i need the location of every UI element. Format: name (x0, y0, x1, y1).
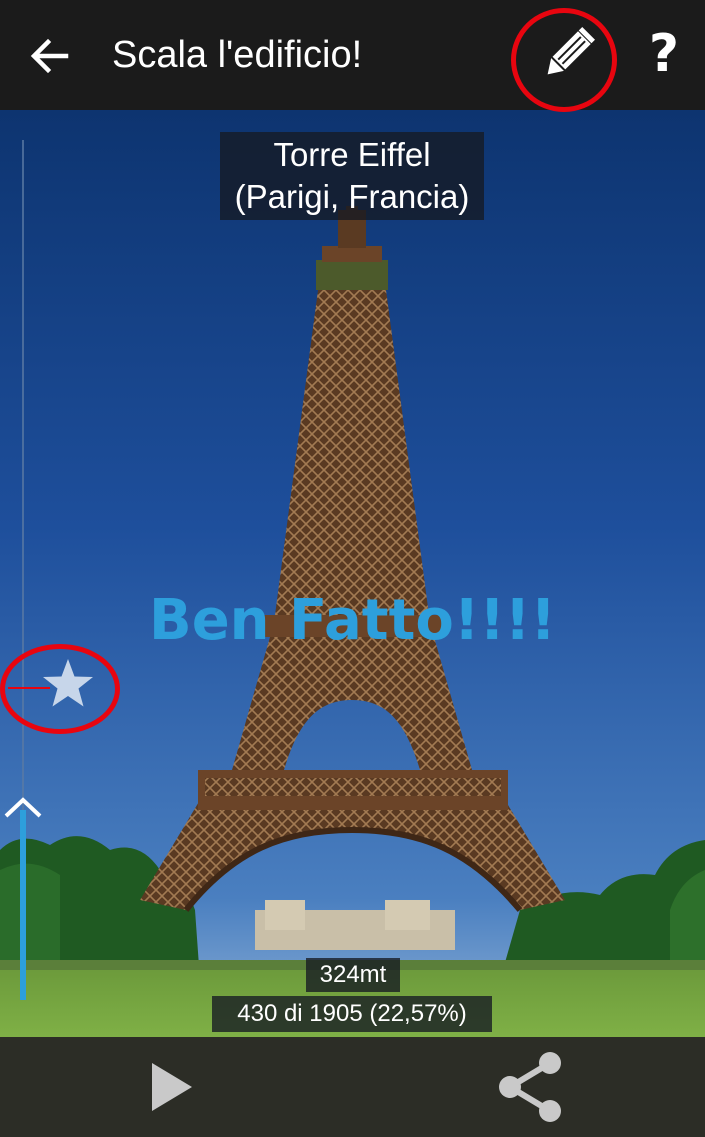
share-icon (499, 1052, 561, 1122)
height-label: 324mt (306, 958, 400, 992)
landmark-location: (Parigi, Francia) (234, 178, 470, 215)
back-button[interactable] (22, 28, 78, 84)
star-marker[interactable] (40, 656, 96, 712)
play-icon (152, 1063, 192, 1111)
star-icon (43, 659, 93, 707)
tower-scene: Torre Eiffel (Parigi, Francia) Ben Fatto… (0, 110, 705, 1037)
page-title: Scala l'edificio! (112, 34, 363, 76)
app-bar: Scala l'edificio! ? (0, 0, 705, 112)
arrow-left-icon (30, 38, 69, 74)
play-button[interactable] (140, 1055, 204, 1119)
edit-button[interactable] (524, 16, 608, 96)
share-button[interactable] (494, 1049, 570, 1125)
landmark-name: Torre Eiffel (273, 136, 431, 173)
help-button[interactable]: ? (640, 22, 688, 86)
eiffel-tower-photo (0, 110, 705, 1037)
landmark-caption: Torre Eiffel (Parigi, Francia) (220, 132, 484, 220)
pencil-icon (547, 27, 595, 75)
bottom-toolbar (0, 1037, 705, 1137)
progress-label: 430 di 1905 (22,57%) (212, 996, 492, 1032)
success-message: Ben Fatto!!!! (149, 588, 556, 653)
